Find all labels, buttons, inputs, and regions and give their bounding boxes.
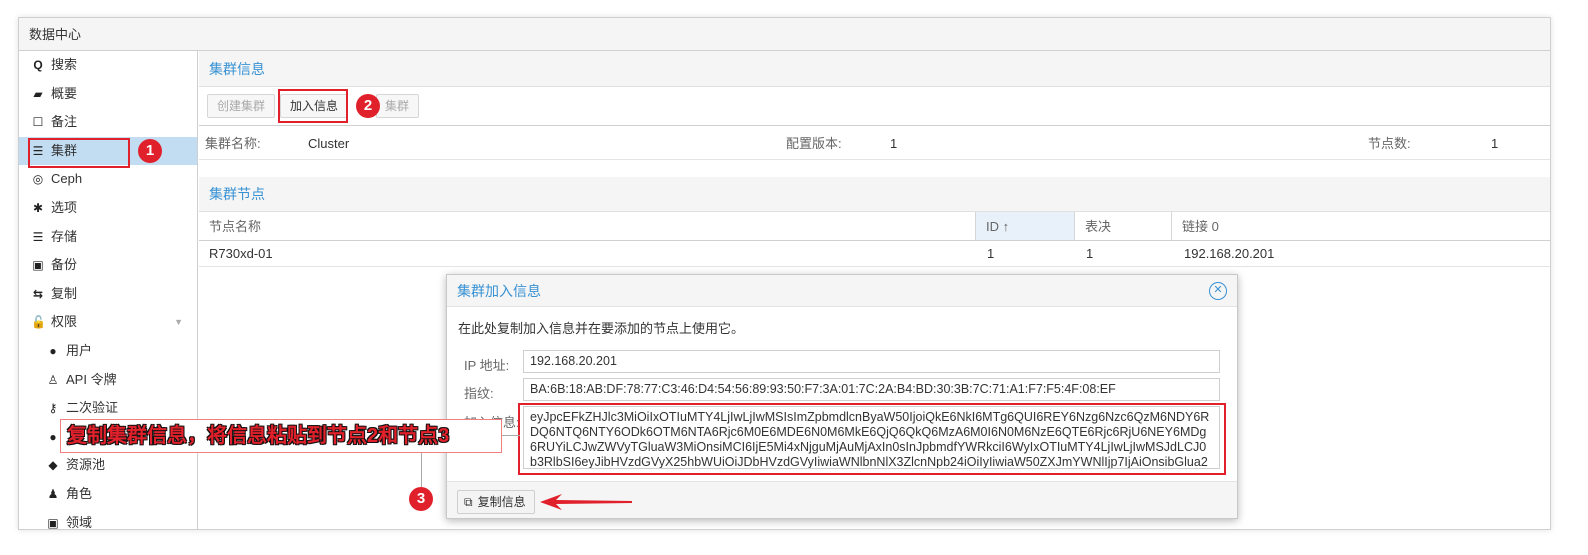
cluster-toolbar: 创建集群 加入信息 集群 [199, 87, 1550, 126]
fingerprint-label: 指纹: [464, 386, 494, 401]
search-icon: Q [33, 58, 43, 72]
dialog-title: 集群加入信息 [447, 275, 1237, 307]
sidebar-item-label: 角色 [66, 485, 93, 501]
sidebar-item-backup[interactable]: ▣ 备份 [19, 251, 197, 280]
config-version-value: 1 [890, 136, 898, 151]
column-node-name[interactable]: 节点名称 [199, 212, 975, 240]
node-name-cell: R730xd-01 [209, 246, 273, 261]
sidebar-item-replication[interactable]: ⇆ 复制 [19, 280, 197, 309]
window-title: 数据中心 [19, 18, 1550, 51]
sidebar-item-ceph[interactable]: ◎ Ceph [19, 165, 197, 194]
cluster-info-row: 集群名称: Cluster 配置版本: 1 节点数: 1 [199, 127, 1550, 160]
table-row[interactable]: R730xd-01 1 1 192.168.20.201 [199, 241, 1550, 267]
arrow-left-icon [540, 494, 632, 510]
nodes-grid-header: 节点名称 ID ↑ 表决 链接 0 [199, 212, 1550, 241]
unlock-icon: 🔓 [31, 315, 46, 330]
cluster-info-title: 集群信息 [199, 51, 1550, 87]
user-icon: ● [49, 343, 57, 358]
cluster-join-info-dialog: 集群加入信息 ✕ 在此处复制加入信息并在要添加的节点上使用它。 IP 地址: 1… [446, 274, 1238, 519]
annotation-callout: 复制集群信息，将信息粘贴到节点2和节点3 [60, 419, 502, 453]
sidebar-item-label: 备份 [51, 257, 78, 273]
ceph-icon: ◎ [32, 172, 44, 187]
dialog-description: 在此处复制加入信息并在要添加的节点上使用它。 [458, 321, 745, 336]
floppy-icon: ▣ [32, 258, 44, 273]
config-version-label: 配置版本: [786, 136, 842, 151]
close-icon[interactable]: ✕ [1209, 282, 1227, 300]
note-icon: ☐ [32, 115, 44, 130]
ip-address-field[interactable]: 192.168.20.201 [523, 350, 1220, 373]
sidebar: Q 搜索 ▰ 概要 ☐ 备注 ☰ 集群 ◎ Ceph ✱ 选项 ☰ 存储 ▣ 备份 ⇆ 复制 🔓 权… [19, 51, 198, 529]
highlight-cluster-item [28, 138, 130, 168]
address-book-icon: ▣ [47, 515, 59, 530]
node-link0-cell: 192.168.20.201 [1184, 246, 1275, 261]
sidebar-item-label: 权限 [51, 314, 78, 330]
sidebar-item-storage[interactable]: ☰ 存储 [19, 223, 197, 252]
copy-button-label: 复制信息 [477, 495, 526, 509]
sidebar-item-label: API 令牌 [66, 371, 117, 387]
sidebar-item-label: 概要 [51, 85, 78, 101]
user-outline-icon: ♙ [47, 372, 59, 387]
ip-address-label: IP 地址: [464, 358, 510, 373]
column-id[interactable]: ID ↑ [975, 212, 1074, 240]
key-icon: ⚷ [48, 401, 58, 416]
cluster-nodes-title: 集群节点 [199, 177, 1550, 212]
cluster-name-value: Cluster [308, 136, 350, 151]
sidebar-item-label: 备注 [51, 114, 78, 130]
sidebar-item-api-tokens[interactable]: ♙ API 令牌 [19, 366, 197, 395]
sidebar-item-permissions[interactable]: 🔓 权限 ▼ [19, 308, 197, 337]
sidebar-item-search[interactable]: Q 搜索 [19, 51, 197, 80]
sidebar-item-label: 选项 [51, 199, 78, 215]
node-votes-cell: 1 [1086, 246, 1094, 261]
callout-connector-line [421, 452, 422, 487]
callout-connector-line-2 [502, 435, 520, 436]
sidebar-item-label: Ceph [51, 171, 83, 187]
sidebar-item-label: 复制 [51, 285, 78, 301]
cluster-name-label: 集群名称: [205, 136, 261, 151]
column-link0[interactable]: 链接 0 [1171, 212, 1550, 240]
retweet-icon: ⇆ [32, 286, 44, 301]
users-icon: ● [49, 429, 57, 444]
sidebar-item-label: 搜索 [51, 57, 78, 72]
join-cluster-button[interactable]: 集群 [376, 94, 420, 118]
sidebar-item-realms[interactable]: ▣ 领域 [19, 509, 197, 530]
male-icon: ♟ [47, 486, 59, 501]
sidebar-item-label: 用户 [66, 342, 93, 358]
tags-icon: ◆ [48, 458, 58, 473]
sidebar-item-label: 领域 [66, 514, 93, 530]
chevron-down-icon[interactable]: ▼ [174, 308, 183, 337]
sidebar-item-notes[interactable]: ☐ 备注 [19, 108, 197, 137]
highlight-join-info-field [518, 403, 1226, 475]
sidebar-item-users[interactable]: ● 用户 [19, 337, 197, 366]
sidebar-item-label: 资源池 [66, 457, 106, 473]
database-icon: ☰ [32, 229, 44, 244]
create-cluster-button[interactable]: 创建集群 [207, 94, 276, 118]
copy-icon: ⧉ [464, 495, 473, 509]
sidebar-item-options[interactable]: ✱ 选项 [19, 194, 197, 223]
book-icon: ▰ [33, 86, 43, 101]
node-count-label: 节点数: [1368, 136, 1411, 151]
step-badge-2: 2 [356, 94, 380, 118]
step-badge-3: 3 [409, 487, 433, 511]
copy-information-button[interactable]: ⧉ 复制信息 [457, 490, 535, 514]
sidebar-item-label: 二次验证 [66, 400, 119, 416]
sidebar-item-roles[interactable]: ♟ 角色 [19, 480, 197, 509]
sidebar-item-pools[interactable]: ◆ 资源池 [19, 451, 197, 480]
sidebar-item-summary[interactable]: ▰ 概要 [19, 80, 197, 109]
gear-icon: ✱ [32, 200, 44, 215]
dialog-title-text: 集群加入信息 [457, 283, 541, 299]
fingerprint-field[interactable]: BA:6B:18:AB:DF:78:77:C3:46:D4:54:56:89:9… [523, 378, 1220, 401]
node-id-cell: 1 [987, 246, 995, 261]
column-votes[interactable]: 表决 [1074, 212, 1171, 240]
step-badge-1: 1 [138, 139, 162, 163]
node-count-value: 1 [1491, 136, 1499, 151]
highlight-join-info-button [278, 89, 348, 123]
sidebar-item-label: 存储 [51, 228, 78, 244]
